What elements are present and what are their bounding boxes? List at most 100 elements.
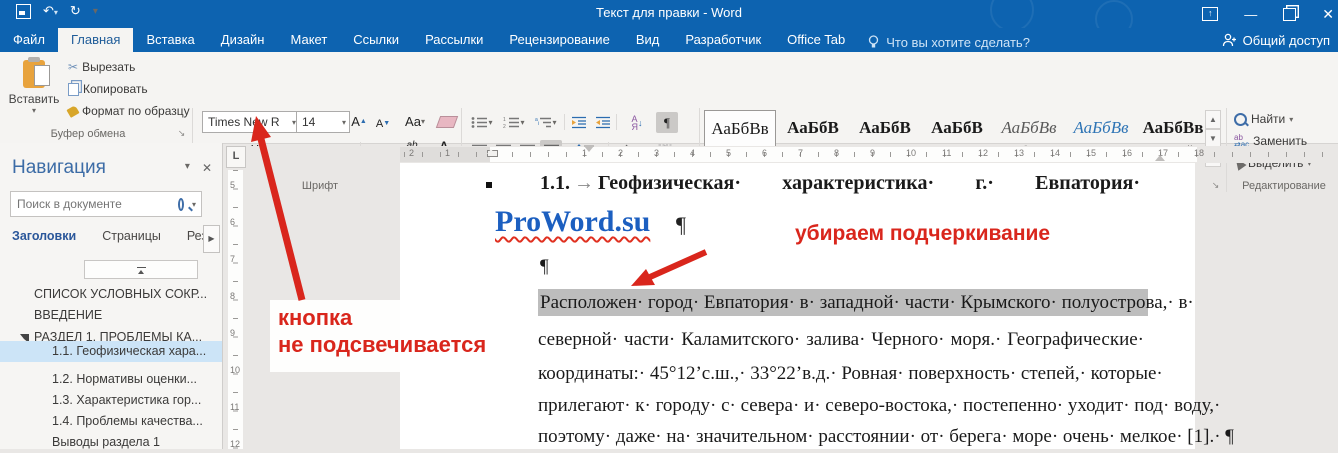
- first-line-indent-marker[interactable]: [584, 146, 594, 157]
- tab-references[interactable]: Ссылки: [340, 28, 412, 52]
- nav-item-1-4[interactable]: 1.4. Проблемы качества...: [0, 411, 222, 432]
- ruler-number: 11: [942, 148, 951, 158]
- numbering-button[interactable]: 12▾: [500, 112, 528, 133]
- document-line-selected[interactable]: Расположен· город· Евпатория· в· западно…: [538, 289, 1148, 316]
- nav-collapse-button[interactable]: [84, 260, 198, 279]
- document-line[interactable]: координаты:· 45°12’с.ш.,· 33°22’в.д.· Ро…: [538, 361, 1144, 386]
- bullets-button[interactable]: ▾: [468, 112, 496, 133]
- multilevel-list-icon: ai: [535, 116, 552, 129]
- tab-insert[interactable]: Вставка: [133, 28, 207, 52]
- change-case-button[interactable]: Aa▾: [400, 111, 430, 132]
- increase-indent-button[interactable]: [592, 112, 614, 133]
- navigation-title: Навигация: [12, 157, 106, 179]
- ruler-number: 1: [445, 148, 450, 158]
- nav-tab-pages[interactable]: Страницы: [102, 229, 161, 243]
- nav-close-icon[interactable]: ✕: [202, 161, 212, 175]
- horizontal-ruler[interactable]: 2 1 123456789101112131415161718: [246, 146, 1338, 163]
- nav-item-1-1[interactable]: 1.1. Геофизическая хара...: [0, 341, 222, 362]
- ruler-number: 2: [409, 148, 414, 158]
- ruler-number: 12: [978, 148, 988, 158]
- right-indent-marker[interactable]: [1155, 150, 1165, 161]
- left-indent-marker[interactable]: [487, 150, 498, 157]
- title-bar: ↶▾ ↻ ▾ Текст для правки - Word ↑ — ✕: [0, 0, 1338, 28]
- ruler-number: 10: [906, 148, 916, 158]
- nav-tab-headings[interactable]: Заголовки: [12, 229, 76, 243]
- font-name-combo[interactable]: Times New R▾: [202, 111, 300, 133]
- close-icon[interactable]: ✕: [1322, 6, 1334, 23]
- ribbon: Вставить ▾ ✂Вырезать Копировать Формат п…: [0, 52, 1338, 144]
- ribbon-tab-row: Файл Главная Вставка Дизайн Макет Ссылки…: [0, 28, 1338, 52]
- nav-options-icon[interactable]: ▾: [185, 161, 190, 175]
- ruler-number: 5: [726, 148, 731, 158]
- sort-button[interactable]: АЯ↓: [622, 112, 652, 133]
- ruler-number: 15: [1086, 148, 1096, 158]
- search-icon[interactable]: [178, 198, 184, 211]
- tab-design[interactable]: Дизайн: [208, 28, 278, 52]
- minimize-icon[interactable]: —: [1244, 7, 1257, 22]
- search-input[interactable]: [11, 197, 178, 211]
- format-painter-button[interactable]: Формат по образцу: [68, 104, 190, 118]
- styles-dialog-launcher[interactable]: ↘: [1209, 179, 1222, 192]
- empty-paragraph-mark: ¶: [540, 256, 549, 278]
- tell-me-box[interactable]: Что вы хотите сделать?: [858, 28, 1040, 52]
- cut-button[interactable]: ✂Вырезать: [68, 60, 135, 74]
- lightbulb-icon: [868, 35, 879, 49]
- proword-logo-text[interactable]: ProWord.su: [495, 205, 650, 239]
- nav-item-1-2[interactable]: 1.2. Нормативы оценки...: [0, 369, 222, 390]
- ruler-number: 11: [230, 402, 239, 412]
- format-painter-icon: [66, 105, 79, 118]
- decrease-indent-icon: [571, 116, 587, 129]
- tab-review[interactable]: Рецензирование: [496, 28, 622, 52]
- svg-text:1: 1: [503, 117, 506, 123]
- font-size-combo[interactable]: 14▾: [296, 111, 350, 133]
- ruler-number: 18: [1194, 148, 1204, 158]
- tab-home[interactable]: Главная: [58, 28, 133, 52]
- nav-tabs-overflow-button[interactable]: ▶: [203, 225, 220, 253]
- nav-item-introduction[interactable]: ВВЕДЕНИЕ: [0, 305, 222, 326]
- styles-scroll-up[interactable]: ▲: [1205, 110, 1221, 129]
- ruler-number: 9: [230, 328, 235, 338]
- restore-icon[interactable]: [1283, 8, 1296, 21]
- grow-font-button[interactable]: А▲: [348, 111, 370, 132]
- ruler-number: 6: [762, 148, 767, 158]
- tab-character: →: [570, 172, 598, 194]
- ruler-number: 10: [230, 365, 240, 375]
- nav-item-1-3[interactable]: 1.3. Характеристика гор...: [0, 390, 222, 411]
- ruler-number: 3: [654, 148, 659, 158]
- document-line[interactable]: северной· части· Каламитского· залива· Ч…: [538, 327, 1144, 352]
- share-button[interactable]: Общий доступ: [1222, 30, 1330, 50]
- tab-developer[interactable]: Разработчик: [672, 28, 774, 52]
- search-options-icon[interactable]: ▾: [192, 200, 196, 209]
- group-label-clipboard: Буфер обмена: [0, 128, 176, 140]
- nav-item-conclusions[interactable]: Выводы раздела 1: [0, 432, 222, 453]
- shrink-font-button[interactable]: А▼: [372, 113, 394, 134]
- copy-button[interactable]: Копировать: [68, 82, 148, 96]
- paste-button[interactable]: Вставить ▾: [8, 58, 60, 115]
- tab-view[interactable]: Вид: [623, 28, 673, 52]
- document-heading[interactable]: 1.1.→Геофизическая· характеристика· г.· …: [540, 172, 1140, 195]
- document-line[interactable]: поэтому· даже· на· значительном· расстоя…: [538, 424, 1144, 449]
- vertical-ruler[interactable]: 56789101112: [228, 170, 243, 449]
- tab-office-tab[interactable]: Office Tab: [774, 28, 858, 52]
- svg-text:i: i: [538, 121, 539, 127]
- nav-item-abbreviations[interactable]: СПИСОК УСЛОВНЫХ СОКР...: [0, 284, 222, 305]
- nav-search-box[interactable]: ▾: [10, 191, 202, 217]
- ruler-number: 8: [230, 291, 235, 301]
- show-formatting-button[interactable]: ¶: [656, 112, 678, 133]
- annotation-button-not-highlighted: кнопка не подсвечивается: [270, 300, 488, 372]
- tab-file[interactable]: Файл: [0, 28, 58, 52]
- multilevel-list-button[interactable]: ai▾: [532, 112, 560, 133]
- clipboard-dialog-launcher[interactable]: ↘: [175, 127, 188, 140]
- ribbon-display-options-icon[interactable]: ↑: [1202, 7, 1218, 21]
- tab-mailings[interactable]: Рассылки: [412, 28, 496, 52]
- tab-stop-selector[interactable]: L: [226, 146, 246, 168]
- find-button[interactable]: Найти▾: [1234, 112, 1293, 126]
- clear-formatting-button[interactable]: [436, 111, 458, 132]
- eraser-icon: [436, 116, 458, 128]
- person-plus-icon: [1222, 33, 1237, 47]
- decrease-indent-button[interactable]: [568, 112, 590, 133]
- scissors-icon: ✂: [68, 60, 78, 74]
- collapse-icon: [137, 267, 146, 273]
- document-line[interactable]: прилегают· к· городу· с· севера· и· севе…: [538, 393, 1144, 418]
- tab-layout[interactable]: Макет: [277, 28, 340, 52]
